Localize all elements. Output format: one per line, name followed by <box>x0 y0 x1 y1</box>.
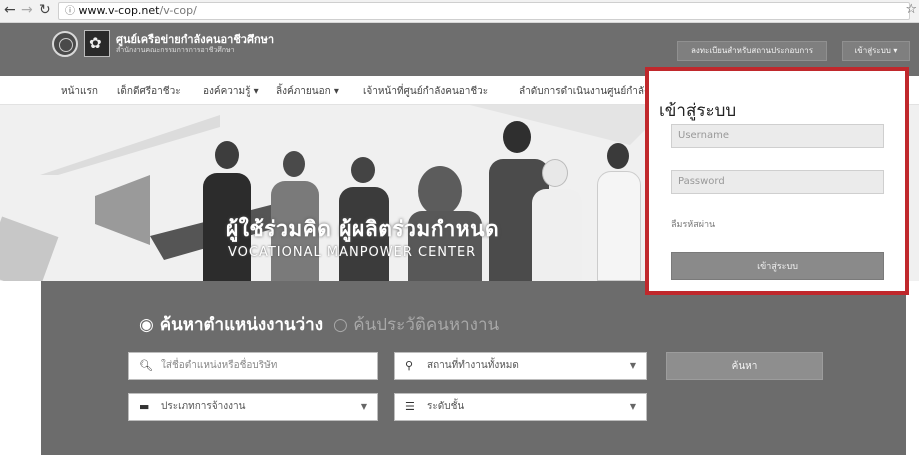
forward-arrow-icon[interactable]: → <box>21 2 33 18</box>
chevron-down-icon: ▼ <box>629 402 636 411</box>
register-company-button[interactable]: ลงทะเบียนสำหรับสถานประกอบการ <box>677 41 827 61</box>
briefcase-icon: ▬ <box>139 400 150 413</box>
keyword-placeholder: ใส่ชื่อตำแหน่งหรือชื่อบริษัท <box>161 360 278 371</box>
employment-type-value: ประเภทการจ้างงาน <box>161 401 246 412</box>
nav-item-staff[interactable]: เจ้าหน้าที่ศูนย์กำลังคนอาชีวะ <box>363 84 488 99</box>
job-search-panel: ◉ ค้นหาตำแหน่งงานว่าง ○ ค้นประวัติคนหางาน… <box>41 281 906 455</box>
tab-job-seekers[interactable]: ○ ค้นประวัติคนหางาน <box>333 315 499 335</box>
password-field[interactable]: Password <box>671 170 884 194</box>
forgot-password-link[interactable]: ลืมรหัสผ่าน <box>671 217 715 231</box>
location-pin-icon: ⚲ <box>405 359 414 372</box>
login-submit-button[interactable]: เข้าสู่ระบบ <box>671 252 884 280</box>
chevron-down-icon: ▼ <box>629 361 636 370</box>
login-panel: เข้าสู่ระบบ Username Password ลืมรหัสผ่า… <box>645 67 909 295</box>
education-level-select[interactable]: ☰ ระดับชั้น ▼ <box>394 393 647 421</box>
education-level-value: ระดับชั้น <box>427 401 465 412</box>
address-bar[interactable]: ⓘ www.v-cop.net/v-cop/ <box>58 2 910 20</box>
decor-shape <box>95 175 150 245</box>
login-title: เข้าสู่ระบบ <box>659 101 737 121</box>
tab-job-vacancies[interactable]: ◉ ค้นหาตำแหน่งงานว่าง <box>139 315 323 335</box>
search-tabs: ◉ ค้นหาตำแหน่งงานว่าง ○ ค้นประวัติคนหางาน <box>139 311 499 338</box>
info-icon[interactable]: ⓘ <box>65 6 75 17</box>
chevron-down-icon: ▼ <box>360 402 367 411</box>
employment-type-select[interactable]: ▬ ประเภทการจ้างงาน ▼ <box>128 393 378 421</box>
location-select[interactable]: ⚲ สถานที่ทำงานทั้งหมด ▼ <box>394 352 647 380</box>
flower-icon: ✿ <box>89 34 102 52</box>
nav-item-operations[interactable]: ลำดับการดำเนินงานศูนย์กำลังคน <box>519 84 662 99</box>
login-dropdown-button[interactable]: เข้าสู่ระบบ ▾ <box>842 41 910 61</box>
hero-slogan-en: VOCATIONAL MANPOWER CENTER <box>228 245 477 260</box>
nav-item-external-links[interactable]: ลิ้งค์ภายนอก ▾ <box>276 84 339 99</box>
keyword-input[interactable]: 🔍︎ ใส่ชื่อตำแหน่งหรือชื่อบริษัท <box>128 352 378 380</box>
person-figure <box>595 133 645 281</box>
url-path: /v-cop/ <box>159 4 197 17</box>
search-button[interactable]: ค้นหา <box>666 352 823 380</box>
decor-shape <box>40 115 220 175</box>
browser-toolbar: ← → ↻ ⓘ www.v-cop.net/v-cop/ ☆ <box>0 0 919 23</box>
back-arrow-icon[interactable]: ← <box>4 2 16 18</box>
hero-slogan: ผู้ใช้ร่วมคิด ผู้ผลิตร่วมกำหนด <box>226 217 500 241</box>
person-figure <box>528 151 588 281</box>
vcop-logo[interactable]: ✿ <box>84 30 110 57</box>
nav-item-good-student[interactable]: เด็กดีศรีอาชีวะ <box>117 84 181 99</box>
username-field[interactable]: Username <box>671 124 884 148</box>
person-figure <box>265 143 325 281</box>
reload-icon[interactable]: ↻ <box>39 2 51 18</box>
site-subtitle: สำนักงานคณะกรรมการการอาชีวศึกษา <box>116 46 235 54</box>
search-icon: 🔍︎ <box>139 359 153 372</box>
emblem-logo[interactable] <box>52 31 78 57</box>
nav-item-home[interactable]: หน้าแรก <box>61 84 98 99</box>
nav-item-knowledge[interactable]: องค์ความรู้ ▾ <box>203 84 259 99</box>
location-value: สถานที่ทำงานทั้งหมด <box>427 360 519 371</box>
bookmark-star-icon[interactable]: ☆ <box>905 2 917 17</box>
decor-shape <box>0 216 59 281</box>
list-icon: ☰ <box>405 400 415 413</box>
url-host: www.v-cop.net <box>78 4 160 17</box>
